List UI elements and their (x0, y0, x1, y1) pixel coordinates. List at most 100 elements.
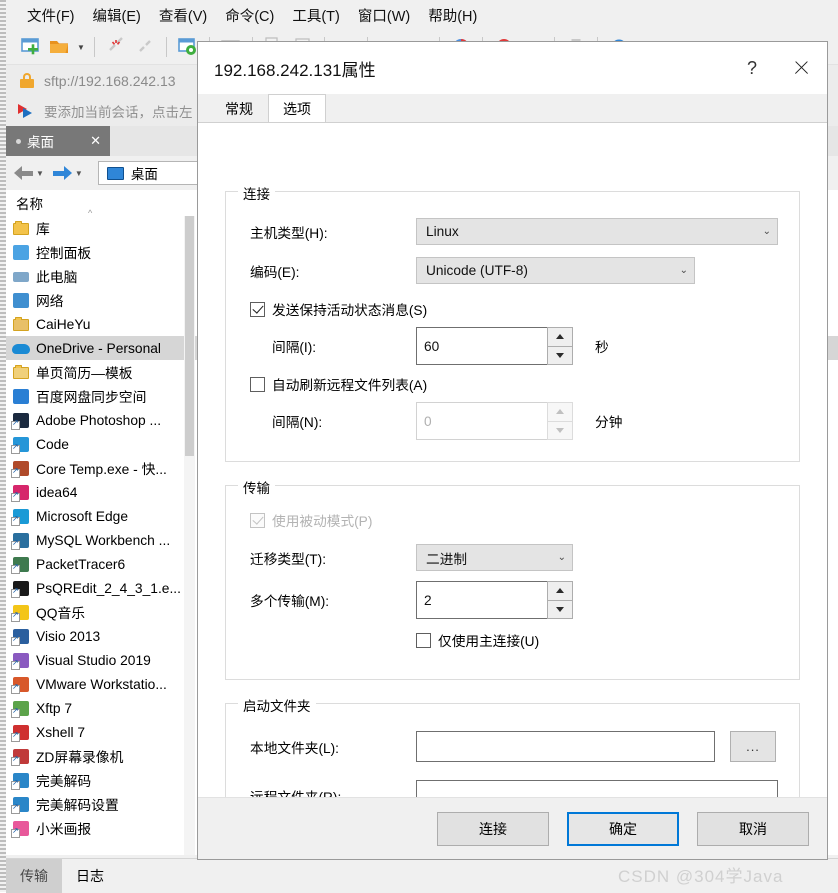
keepalive-label: 发送保持活动状态消息(S) (272, 303, 428, 318)
primary-only-row: 仅使用主连接(U) (416, 630, 539, 650)
back-history-caret-icon[interactable]: ▼ (36, 169, 44, 178)
column-header-name[interactable]: 名称 (6, 193, 184, 213)
triangle-up-icon (556, 334, 564, 340)
help-button[interactable]: ? (729, 48, 775, 88)
xshell-icon (11, 723, 31, 742)
dialog-button-3[interactable]: 取消 (697, 811, 809, 846)
file-name: ZD屏幕录像机 (36, 750, 124, 765)
shortcut-overlay-icon (11, 610, 20, 622)
file-list-scrollbar-thumb[interactable] (185, 216, 194, 456)
dialog-button-2[interactable]: 确定 (567, 811, 679, 846)
host-type-combobox[interactable]: Linux ⌄ (416, 218, 778, 245)
autorefresh-interval-value[interactable]: 0 (416, 402, 547, 440)
spinner-up-button[interactable] (547, 402, 573, 422)
menu-item-4[interactable]: 命令(C) (216, 2, 283, 29)
connection-group-label: 连接 (238, 183, 275, 203)
keepalive-checkbox[interactable]: 发送保持活动状态消息(S) (250, 299, 427, 319)
session-tab-close-icon[interactable]: ✕ (87, 133, 104, 149)
autorefresh-checkbox[interactable]: 自动刷新远程文件列表(A) (250, 374, 427, 394)
local-folder-browse-button[interactable]: ... (730, 731, 776, 762)
menu-item-6[interactable]: 窗口(W) (349, 2, 419, 29)
session-tab-desktop[interactable]: 桌面 ✕ (6, 126, 110, 156)
shortcut-overlay-icon (11, 826, 20, 838)
vmware-icon (11, 675, 31, 694)
dialog-footer: 连接 确定 取消 (198, 797, 827, 859)
menu-item-5[interactable]: 工具(T) (283, 2, 349, 29)
bottom-tab-1[interactable]: 传输 (6, 859, 62, 893)
dialog-tab-2[interactable]: 选项 (268, 94, 326, 122)
local-folder-input[interactable] (416, 731, 715, 762)
shortcut-overlay-icon (11, 658, 20, 670)
file-name: Adobe Photoshop ... (36, 412, 162, 428)
autorefresh-interval-unit: 分钟 (595, 415, 623, 430)
forward-button[interactable]: ▼ (52, 165, 88, 181)
shortcut-overlay-icon (11, 706, 20, 718)
host-type-label: 主机类型(H): (250, 225, 328, 241)
spinner-up-button[interactable] (547, 581, 573, 601)
multi-transfer-spinner[interactable]: 2 (416, 581, 573, 619)
session-status-dot (16, 138, 21, 144)
address-text: sftp://192.168.242.13 (44, 72, 176, 89)
migration-type-combobox[interactable]: 二进制 ⌄ (416, 544, 573, 571)
file-name: 此电脑 (36, 270, 78, 285)
file-name: Xshell 7 (36, 724, 86, 740)
spinner-up-button[interactable] (547, 327, 573, 347)
file-name: 百度网盘同步空间 (36, 390, 147, 405)
mi-wallpaper-icon (11, 819, 31, 838)
open-folder-dropdown-caret[interactable]: ▼ (76, 36, 86, 58)
new-session-icon[interactable] (18, 34, 44, 60)
multi-transfer-row: 多个传输(M): 2 (226, 581, 801, 619)
autorefresh-interval-spinner[interactable]: 0 (416, 402, 573, 440)
menu-item-2[interactable]: 编辑(E) (84, 2, 150, 29)
onedrive-icon (12, 339, 31, 357)
network-icon (12, 291, 31, 309)
file-name: Visual Studio 2019 (36, 652, 151, 668)
back-button[interactable]: ▼ (14, 165, 49, 181)
multi-transfer-value[interactable]: 2 (416, 581, 547, 619)
startup-folder-group-label: 启动文件夹 (238, 695, 316, 715)
autorefresh-row: 自动刷新远程文件列表(A) (250, 374, 427, 394)
keepalive-interval-spinner[interactable]: 60 (416, 327, 573, 365)
disconnect-icon[interactable] (103, 34, 129, 60)
primary-connection-only-checkbox[interactable]: 仅使用主连接(U) (416, 630, 539, 650)
menu-item-3[interactable]: 查看(V) (150, 2, 216, 29)
migration-type-row: 迁移类型(T): 二进制 ⌄ (226, 544, 801, 571)
multi-transfer-label: 多个传输(M): (250, 594, 330, 609)
spinner-down-button[interactable] (547, 600, 573, 619)
shortcut-overlay-icon (11, 514, 20, 526)
properties-dialog: 192.168.242.131属性 ? 常规 选项 连接 主机类型(H): Lin… (197, 41, 828, 860)
dialog-tab-1[interactable]: 常规 (210, 94, 268, 122)
file-name: Microsoft Edge (36, 508, 129, 524)
user-folder-icon (12, 315, 31, 333)
shortcut-overlay-icon (11, 802, 20, 814)
bottom-tab-2[interactable]: 日志 (62, 859, 118, 893)
close-button[interactable] (775, 48, 827, 88)
window-left-edge (0, 0, 6, 892)
link-icon[interactable] (132, 34, 158, 60)
spinner-down-button[interactable] (547, 421, 573, 440)
menu-item-7[interactable]: 帮助(H) (419, 2, 486, 29)
intellij-icon (11, 483, 31, 502)
bottom-panel-tabs: 传输 日志 (6, 858, 838, 893)
open-folder-icon[interactable] (47, 34, 73, 60)
file-name: VMware Workstatio... (36, 676, 167, 692)
connection-group: 连接 主机类型(H): Linux ⌄ 编码(E): Unicode (UTF-… (225, 183, 800, 462)
notice-text: 要添加当前会话，点击左 (44, 105, 193, 120)
file-name: QQ音乐 (36, 606, 86, 621)
forward-history-caret-icon[interactable]: ▼ (75, 169, 83, 178)
file-name: Core Temp.exe - 快... (36, 462, 167, 477)
triangle-up-icon (556, 409, 564, 415)
transfer-group: 传输 使用被动模式(P) 迁移类型(T): 二进制 ⌄ 多个传输(M): 2 仅… (225, 477, 801, 680)
keepalive-interval-value[interactable]: 60 (416, 327, 547, 365)
dialog-button-1[interactable]: 连接 (437, 811, 549, 846)
menu-item-1[interactable]: 文件(F) (18, 2, 84, 29)
passive-mode-row: 使用被动模式(P) (250, 510, 372, 530)
file-name: Visio 2013 (36, 628, 101, 644)
shortcut-overlay-icon (11, 754, 20, 766)
shortcut-overlay-icon (11, 682, 20, 694)
path-box[interactable]: 桌面 (97, 161, 204, 185)
spinner-down-button[interactable] (547, 346, 573, 365)
encoding-combobox[interactable]: Unicode (UTF-8) ⌄ (416, 257, 695, 284)
file-name: PacketTracer6 (36, 556, 126, 572)
file-list-scrollbar[interactable] (184, 216, 195, 855)
